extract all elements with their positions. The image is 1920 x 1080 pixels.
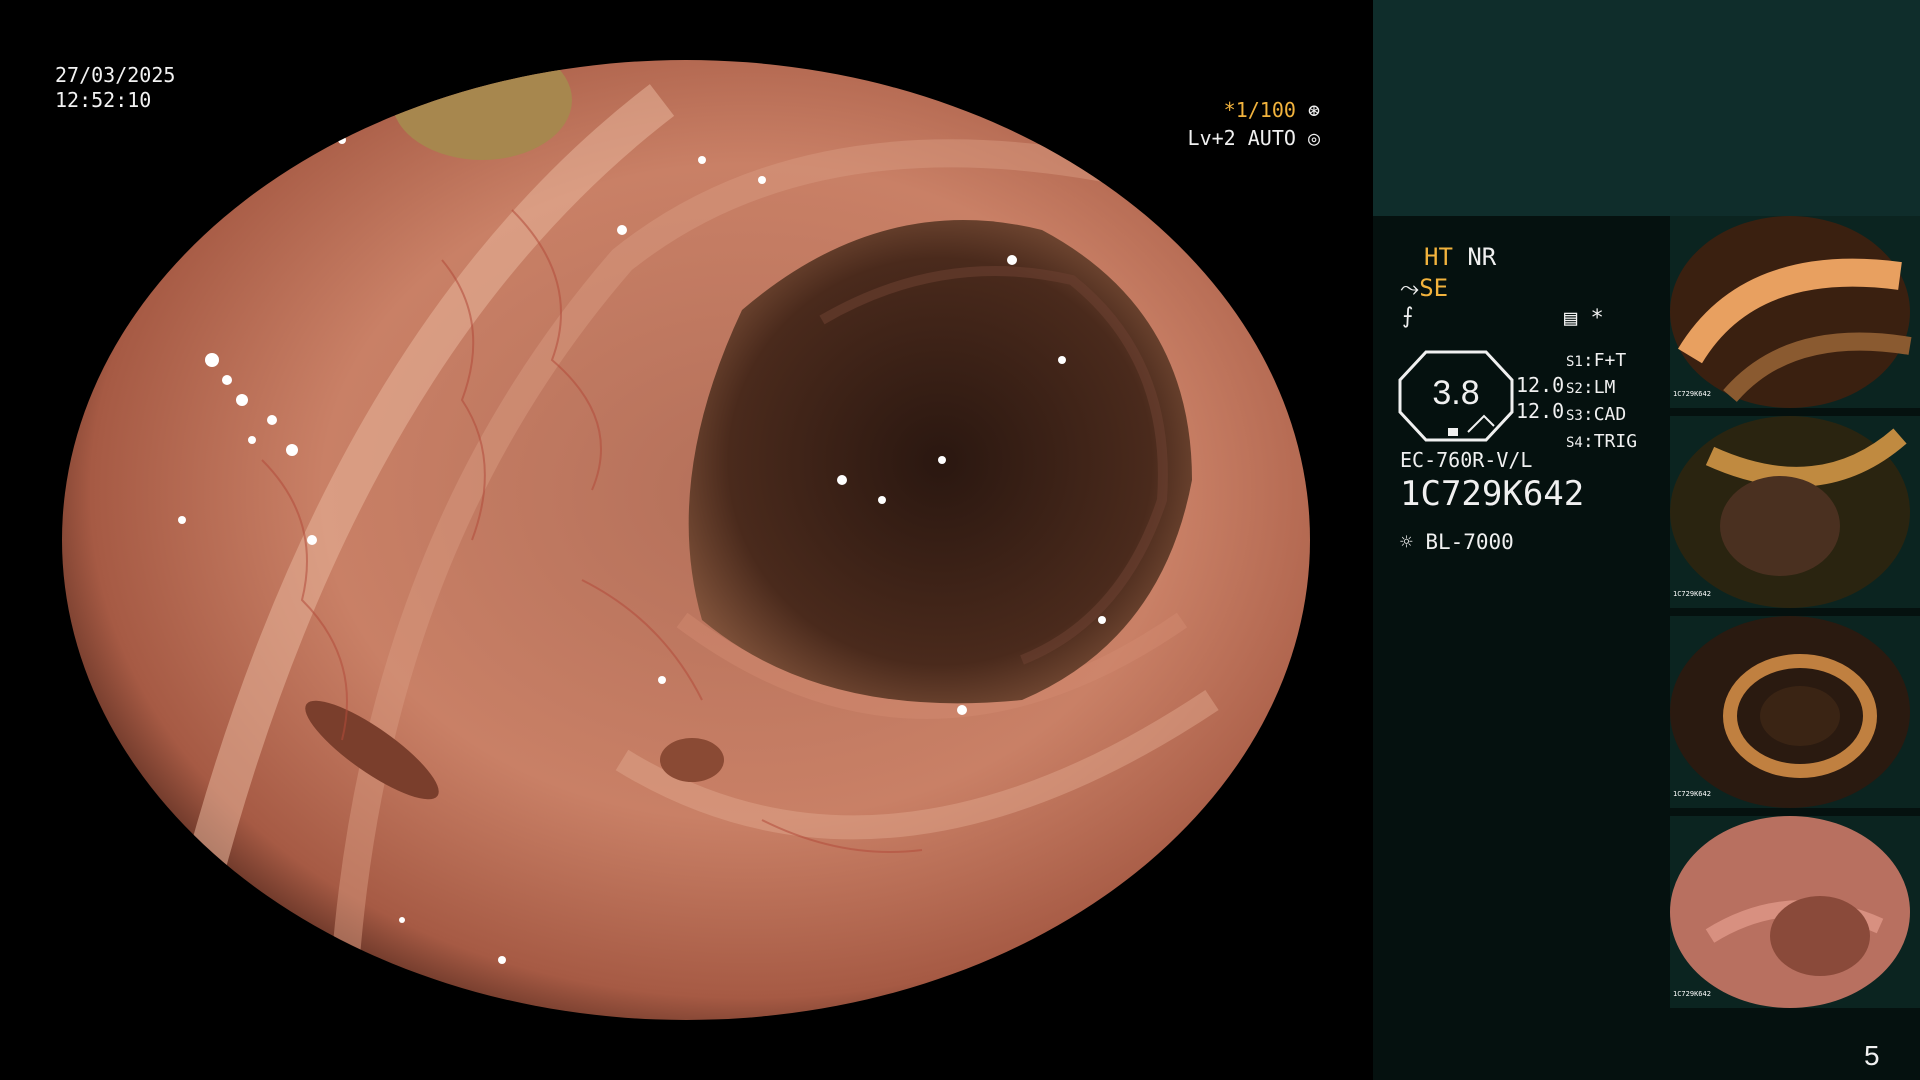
thumbnail-label: 1C729K642 [1673, 590, 1711, 598]
slot-row: S2:LM [1566, 377, 1616, 398]
nr-label: NR [1467, 243, 1497, 271]
switch-assignments: S1:F+T S2:LM S3:CAD S4:TRIG [1566, 348, 1637, 456]
memo-icon: ▤ [1564, 306, 1578, 331]
tune-icon: ⨍ [1402, 304, 1414, 329]
date-text: 27/03/2025 [55, 63, 176, 87]
thumbnail-label: 1C729K642 [1673, 790, 1711, 798]
slot-key: S1 [1566, 354, 1583, 370]
asterisk-label: * [1590, 306, 1604, 331]
auto-exposure-icon: ◎ [1307, 126, 1320, 150]
slot-value: TRIG [1593, 431, 1638, 452]
scope-model: EC-760R-V/L [1400, 448, 1533, 472]
endoscope-image [62, 60, 1310, 1020]
zoom-value: 3.8 [1432, 374, 1480, 412]
zoom-scale-b: 12.0 [1516, 399, 1565, 423]
slot-key: S4 [1566, 435, 1583, 451]
zoom-scale-a: 12.0 [1516, 373, 1565, 397]
light-source: ☼ BL-7000 [1400, 530, 1514, 554]
thumbnail-label: 1C729K642 [1673, 390, 1711, 398]
slot-row: S3:CAD [1566, 404, 1627, 425]
mode-row-1: HT NR [1424, 243, 1496, 271]
thumbnail[interactable]: 1C729K642 [1670, 816, 1920, 1008]
slot-value: CAD [1593, 404, 1627, 425]
level-text: Lv+2 AUTO [1187, 126, 1296, 150]
se-label: SE [1419, 274, 1449, 302]
level-indicator: Lv+2 AUTO ◎ [1150, 126, 1320, 150]
slot-key: S2 [1566, 381, 1583, 397]
slot-value: F+T [1593, 350, 1627, 371]
scope-serial: 1C729K642 [1400, 474, 1585, 514]
info-panel-header [1373, 0, 1920, 216]
endoscope-view-area: 27/03/2025 12:52:10 *1/100 ⊛ Lv+2 AUTO ◎ [0, 0, 1372, 1080]
shutter-indicator: *1/100 ⊛ [1180, 98, 1320, 122]
timestamp: 27/03/2025 12:52:10 [55, 63, 175, 113]
slot-row: S1:F+T [1566, 350, 1627, 371]
ht-label: HT [1424, 243, 1453, 271]
mode-row-2: ⤳SE [1400, 274, 1448, 302]
scissor-icon: ⤳ [1400, 274, 1420, 302]
light-source-icon: ☼ [1400, 530, 1413, 554]
settings-icons: ▤ * [1564, 306, 1604, 331]
slot-value: LM [1593, 377, 1616, 398]
thumbnail[interactable]: 1C729K642 [1670, 216, 1920, 408]
thumbnail-label: 1C729K642 [1673, 990, 1711, 998]
time-text: 12:52:10 [55, 88, 152, 112]
slot-row: S4:TRIG [1566, 431, 1638, 452]
thumbnail[interactable]: 1C729K642 [1670, 416, 1920, 608]
light-source-text: BL-7000 [1425, 530, 1514, 554]
page-number: 5 [1864, 1040, 1880, 1071]
slot-key: S3 [1566, 408, 1583, 424]
shutter-text: *1/100 [1223, 98, 1296, 122]
zoom-scale: 12.0 12.0 [1516, 372, 1564, 424]
thumbnail[interactable]: 1C729K642 [1670, 616, 1920, 808]
shutter-icon: ⊛ [1307, 98, 1320, 122]
